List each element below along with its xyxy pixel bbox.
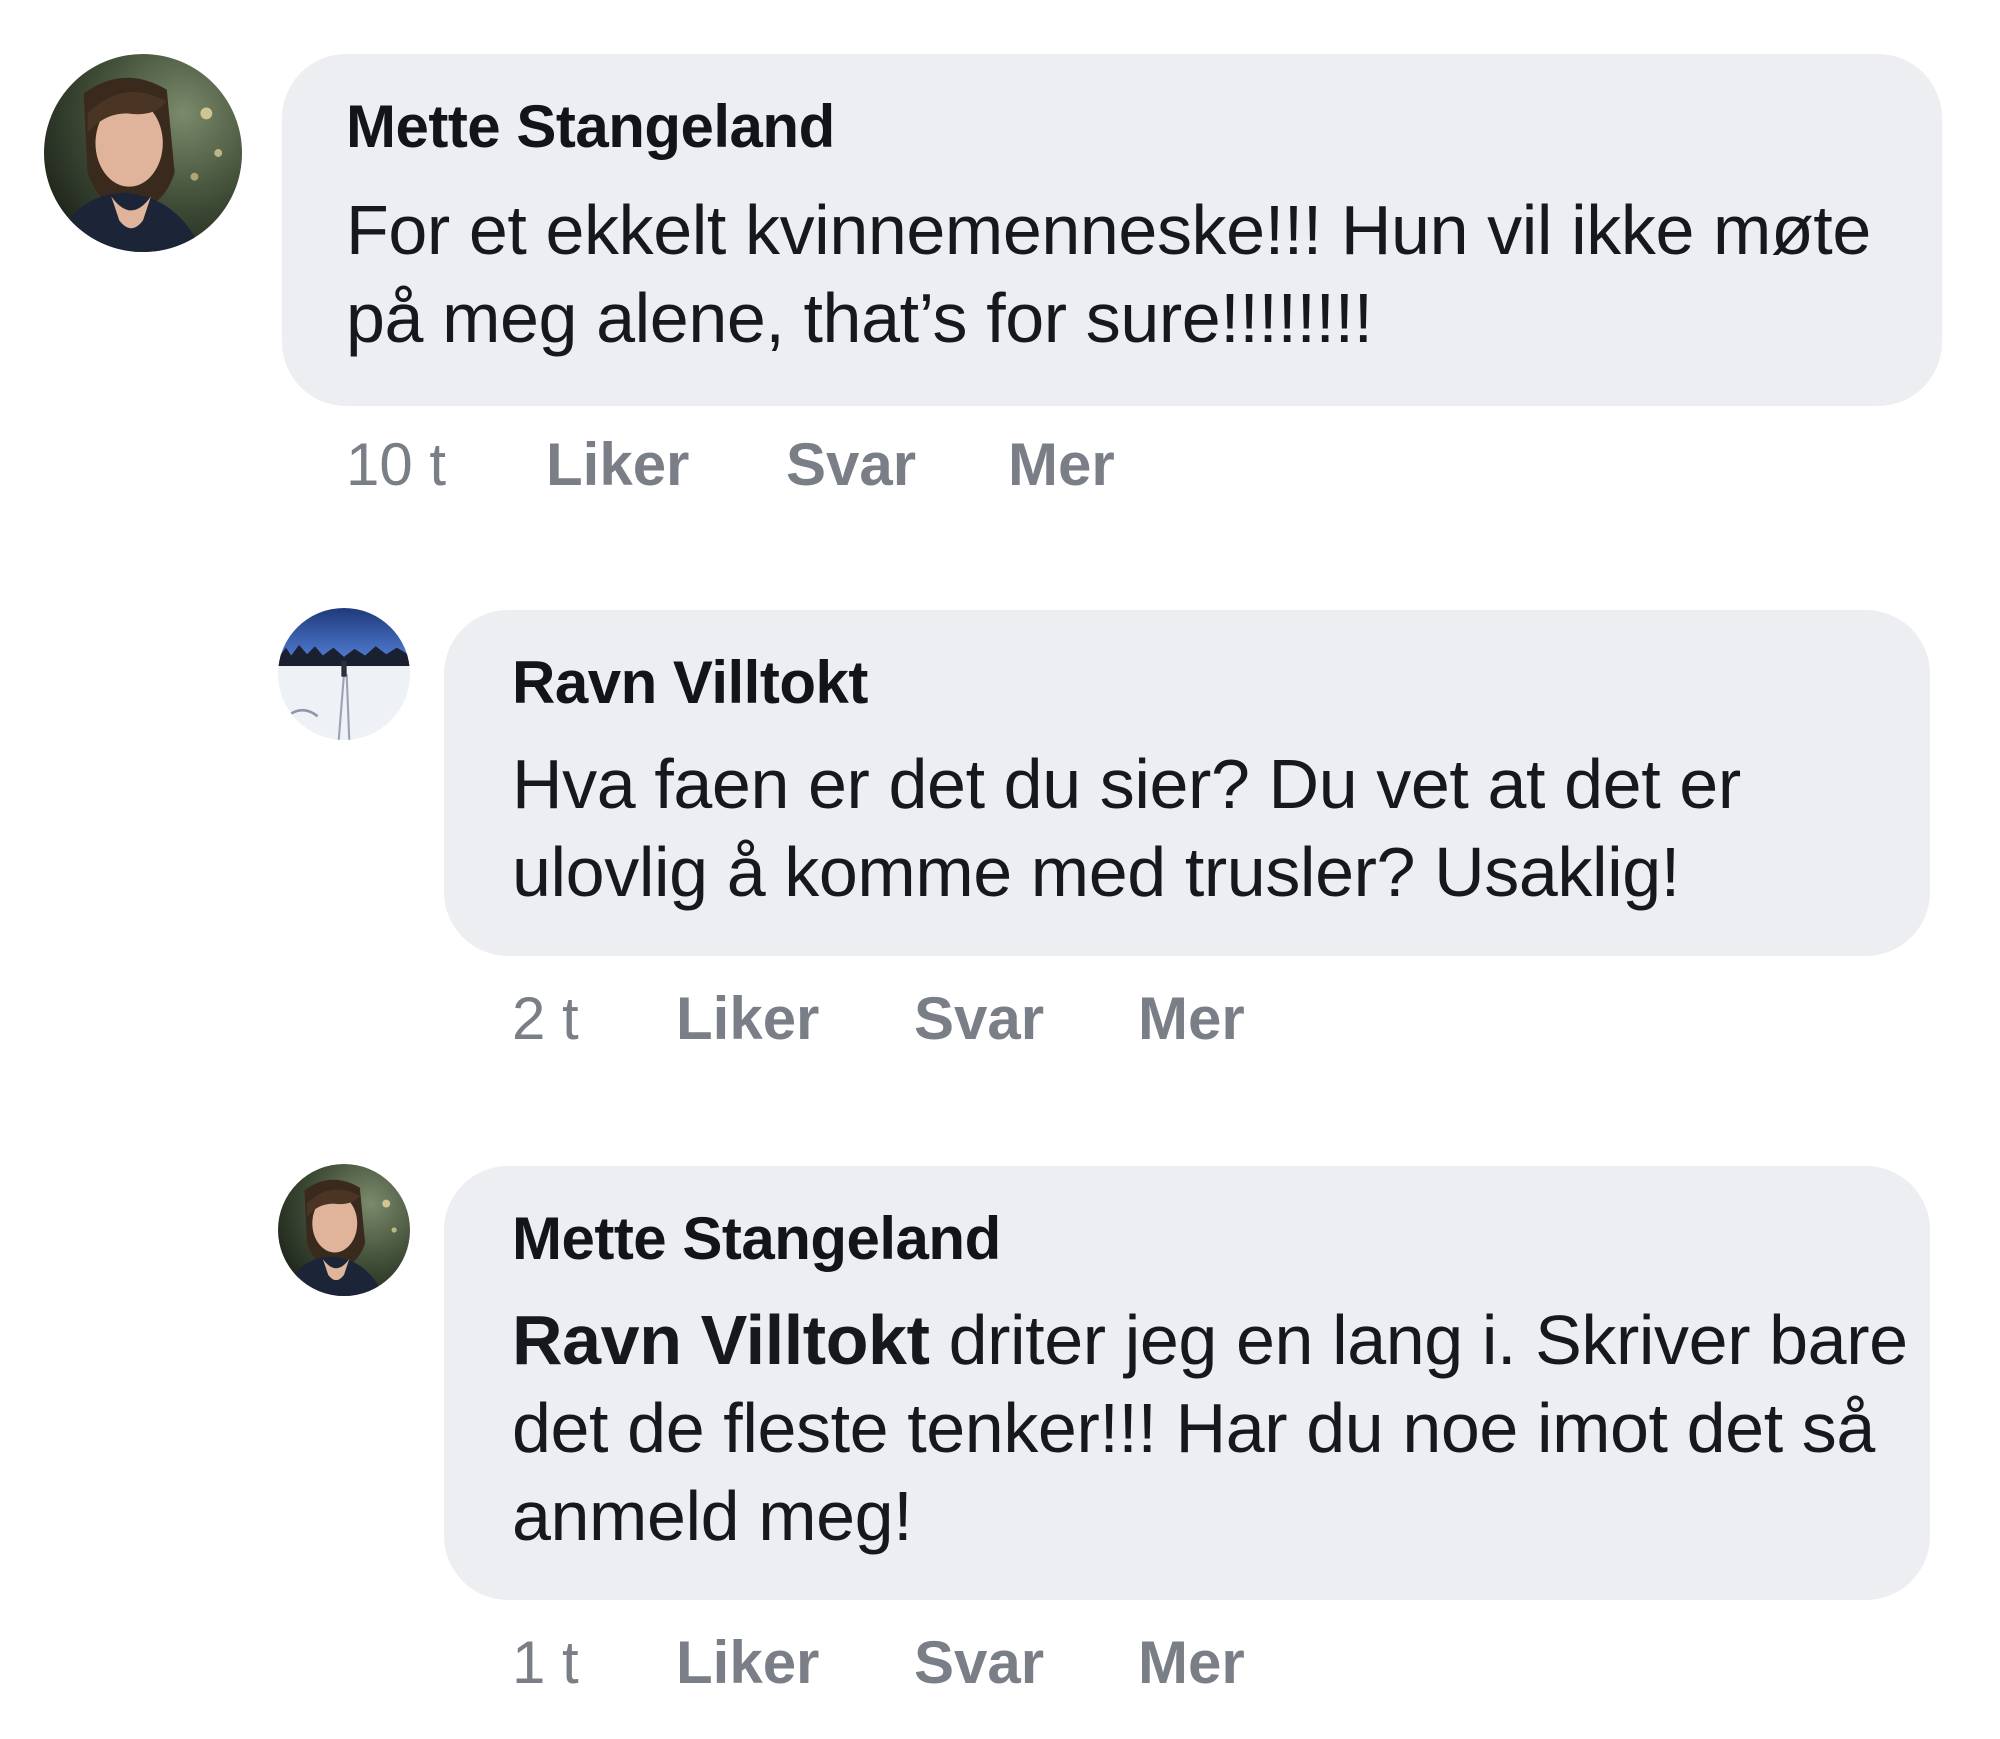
avatar-mette[interactable]	[44, 54, 242, 252]
avatar-ravn[interactable]	[278, 608, 410, 740]
profile-photo-icon	[278, 608, 410, 740]
comment-text: Hva faen er det du sier? Du vet at det e…	[512, 745, 1741, 911]
reply-button[interactable]: Svar	[786, 430, 916, 499]
comment-timestamp: 2 t	[512, 985, 579, 1052]
like-button[interactable]: Liker	[546, 430, 689, 499]
comment-text: For et ekkelt kvinnemenneske!!! Hun vil …	[346, 191, 1871, 357]
comment-text: Ravn Villtokt driter jeg en lang i. Skri…	[512, 1296, 1912, 1560]
profile-photo-icon	[44, 54, 242, 252]
mention-link[interactable]: Ravn Villtokt	[512, 1301, 930, 1379]
profile-photo-icon	[278, 1164, 410, 1296]
comment-author[interactable]: Mette Stangeland	[512, 1204, 1001, 1273]
comment-author[interactable]: Mette Stangeland	[346, 92, 835, 161]
comment-timestamp: 10 t	[346, 431, 447, 498]
more-button[interactable]: Mer	[1008, 430, 1115, 499]
more-button[interactable]: Mer	[1138, 984, 1245, 1053]
reply-button[interactable]: Svar	[914, 1628, 1044, 1697]
comment-timestamp: 1 t	[512, 1629, 579, 1696]
avatar-mette[interactable]	[278, 1164, 410, 1296]
like-button[interactable]: Liker	[676, 984, 819, 1053]
comment-author[interactable]: Ravn Villtokt	[512, 648, 868, 717]
like-button[interactable]: Liker	[676, 1628, 819, 1697]
reply-button[interactable]: Svar	[914, 984, 1044, 1053]
more-button[interactable]: Mer	[1138, 1628, 1245, 1697]
